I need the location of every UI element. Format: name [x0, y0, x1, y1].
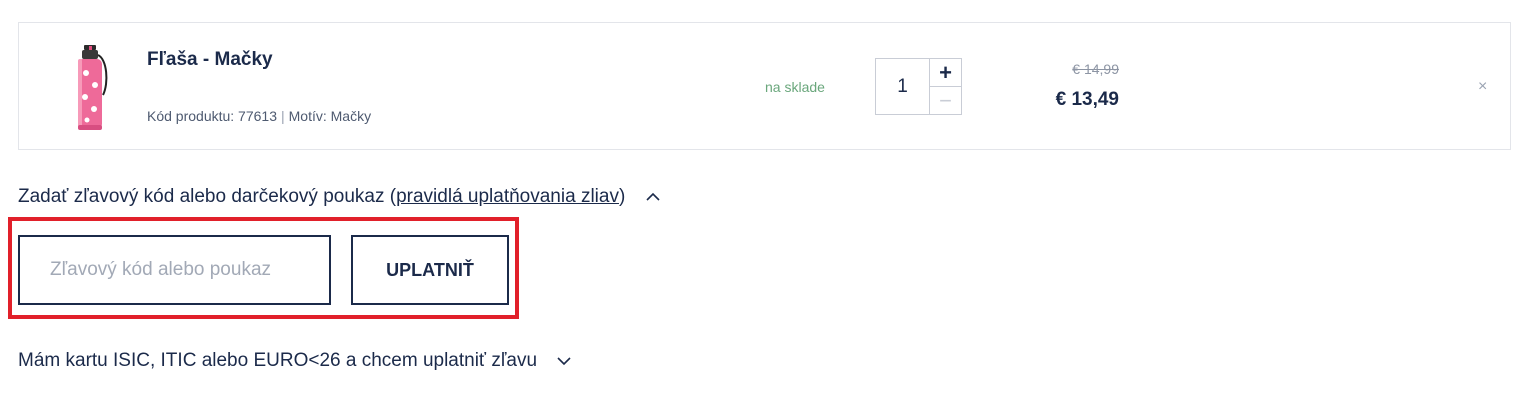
apply-discount-button[interactable]: UPLATNIŤ [351, 235, 509, 305]
product-image[interactable] [65, 43, 115, 133]
chevron-down-icon[interactable] [556, 356, 572, 366]
quantity-increase-button[interactable]: + [930, 59, 961, 87]
quantity-decrease-button[interactable]: − [930, 87, 961, 114]
original-price: € 14,99 [1072, 61, 1119, 77]
product-meta: Kód produktu: 77613 | Motív: Mačky [147, 108, 371, 124]
quantity-input[interactable]: 1 [876, 59, 930, 114]
stock-status: na sklade [765, 79, 825, 95]
isic-toggle-label: Mám kartu ISIC, ITIC alebo EURO<26 a chc… [18, 350, 538, 371]
discount-rules-link[interactable]: pravidlá uplatňovania zliav [396, 186, 619, 207]
current-price: € 13,49 [1055, 89, 1119, 110]
discount-code-toggle[interactable]: Zadať zľavový kód alebo darčekový poukaz… [18, 186, 661, 208]
product-code: Kód produktu: 77613 [147, 108, 277, 124]
remove-item-button[interactable]: × [1478, 78, 1487, 96]
chevron-up-icon[interactable] [645, 192, 661, 202]
meta-separator: | [281, 108, 285, 124]
isic-discount-toggle[interactable]: Mám kartu ISIC, ITIC alebo EURO<26 a chc… [18, 350, 572, 372]
product-name[interactable]: Fľaša - Mačky [147, 49, 273, 71]
cart-item: Fľaša - Mačky Kód produktu: 77613 | Motív:… [18, 22, 1511, 150]
discount-toggle-label: Zadať zľavový kód alebo darčekový poukaz… [18, 186, 397, 207]
discount-code-input[interactable] [18, 235, 331, 305]
product-motif: Motív: Mačky [288, 108, 372, 124]
quantity-stepper: 1 + − [875, 58, 962, 115]
discount-toggle-close: ) [618, 186, 626, 207]
